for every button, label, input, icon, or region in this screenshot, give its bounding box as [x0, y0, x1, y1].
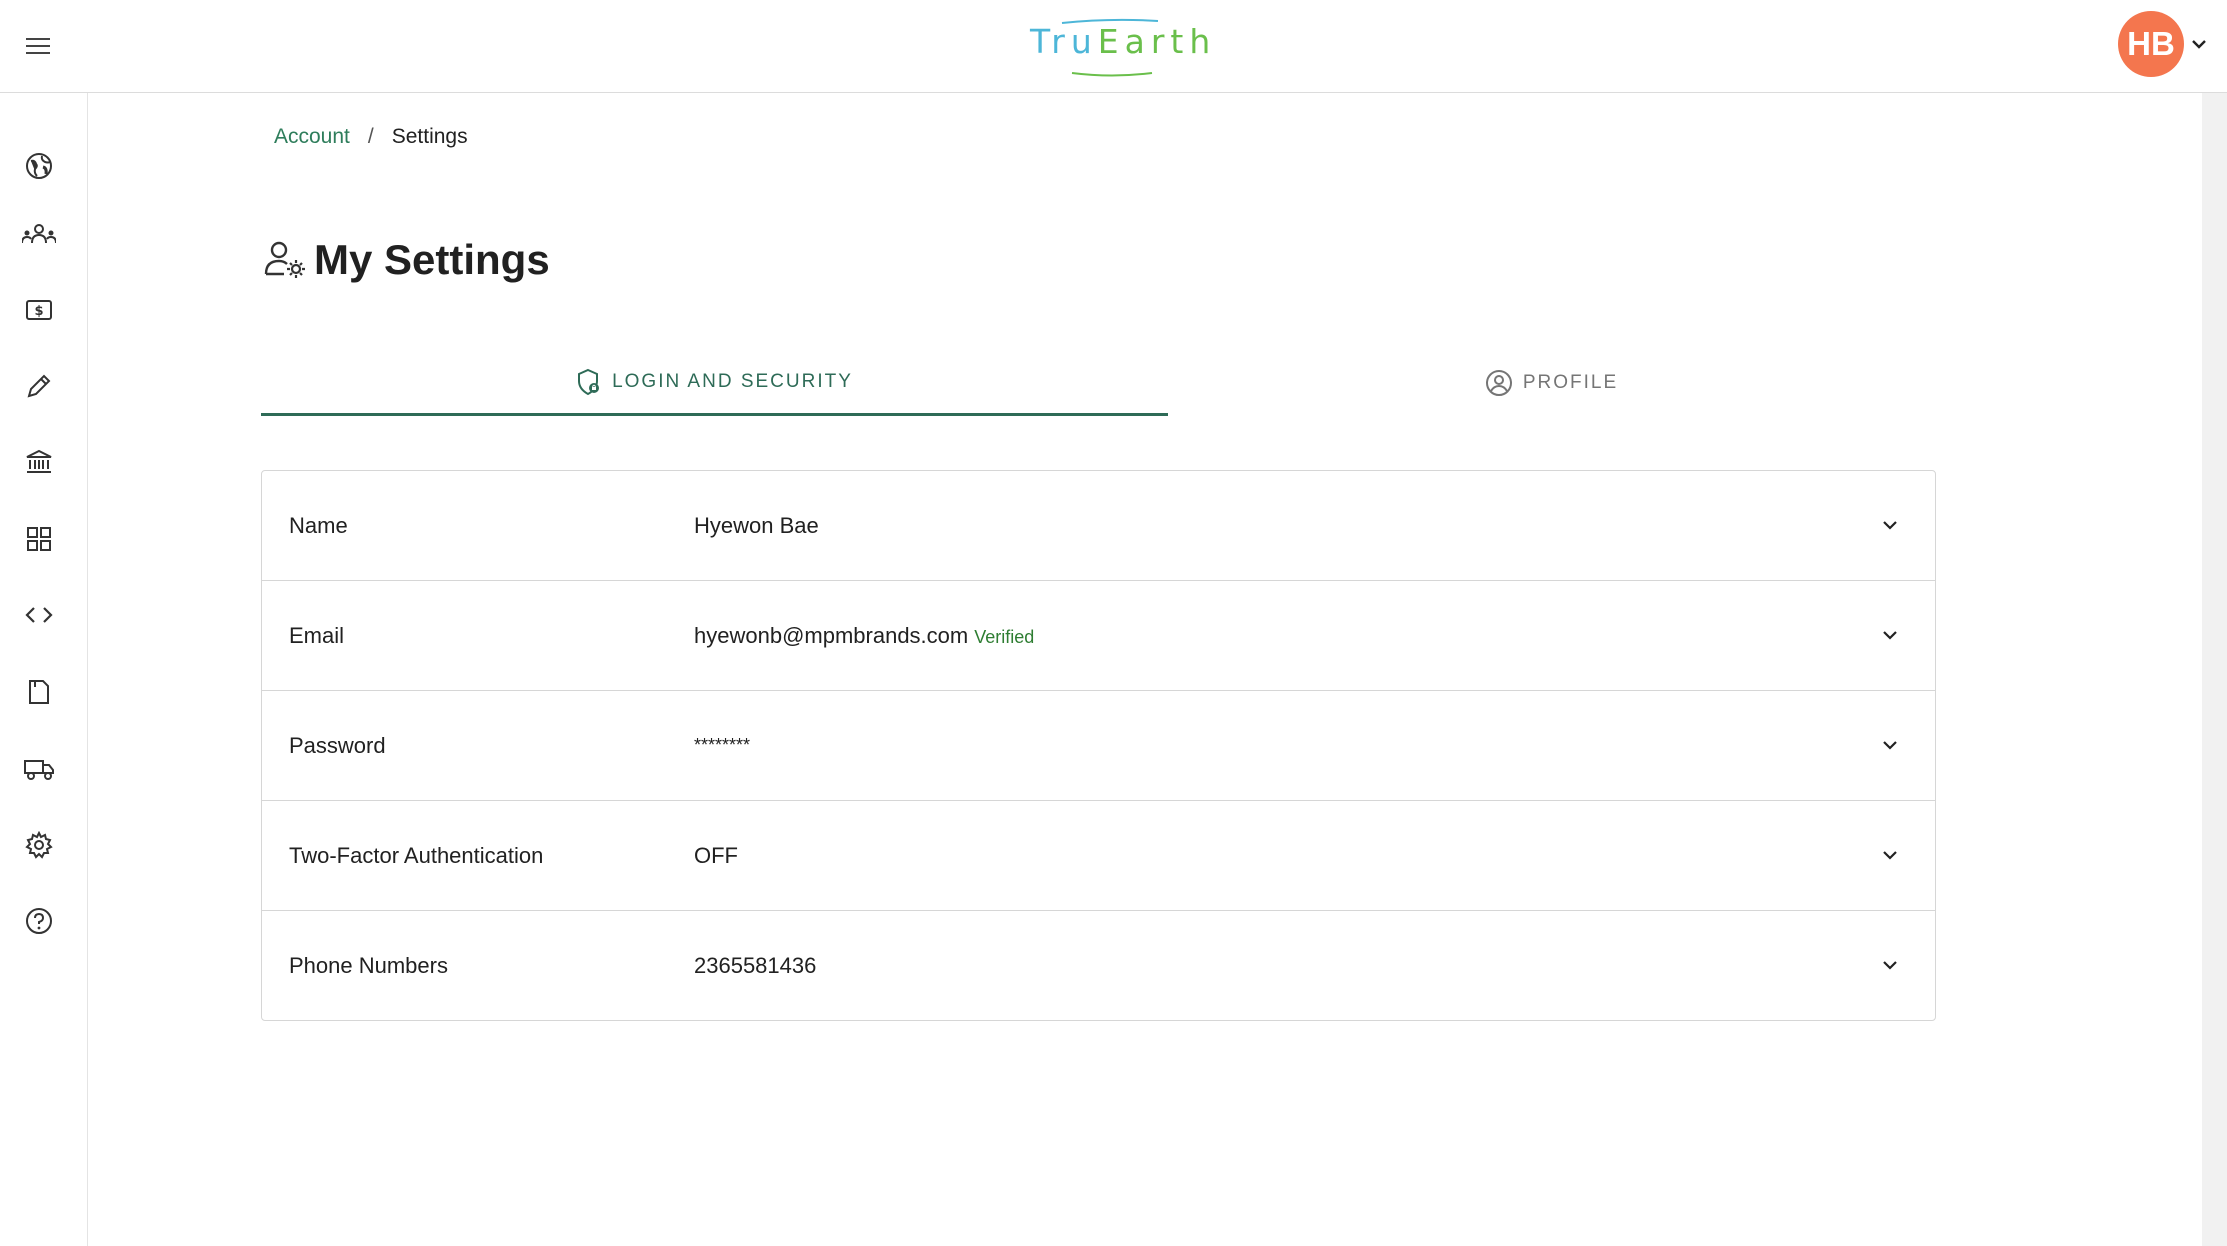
dashboard-icon[interactable] — [20, 520, 58, 558]
row-label: Phone Numbers — [289, 953, 448, 978]
settings-row-two-factor[interactable]: Two-Factor Authentication OFF — [262, 801, 1935, 911]
truck-icon[interactable] — [20, 750, 58, 788]
row-value: ******** — [694, 735, 751, 755]
code-icon[interactable] — [20, 596, 58, 634]
settings-row-phone-numbers[interactable]: Phone Numbers 2365581436 — [262, 911, 1935, 1020]
tab-profile[interactable]: PROFILE — [1168, 350, 1935, 416]
settings-row-email[interactable]: Email hyewonb@mpmbrands.com Verified — [262, 581, 1935, 691]
document-icon[interactable] — [20, 673, 58, 711]
tab-login-and-security[interactable]: LOGIN AND SECURITY — [261, 350, 1168, 416]
verified-badge: Verified — [974, 627, 1035, 647]
row-label: Password — [289, 733, 386, 758]
settings-tabs: LOGIN AND SECURITY PROFILE — [261, 350, 1935, 416]
chevron-down-icon[interactable] — [1879, 844, 1901, 866]
settings-row-password[interactable]: Password ******** — [262, 691, 1935, 801]
email-value: hyewonb@mpmbrands.com — [694, 623, 969, 648]
globe-icon[interactable] — [20, 147, 58, 185]
shield-lock-icon — [576, 368, 612, 396]
help-icon[interactable] — [20, 902, 58, 940]
team-icon[interactable] — [20, 215, 58, 253]
user-avatar[interactable]: HB — [2118, 11, 2184, 77]
chevron-down-icon[interactable] — [2188, 33, 2210, 55]
bank-icon[interactable] — [20, 443, 58, 481]
chevron-down-icon[interactable] — [1879, 514, 1901, 536]
breadcrumb-separator: / — [367, 125, 374, 148]
svg-text:$: $ — [34, 304, 43, 319]
breadcrumb-current: Settings — [391, 125, 468, 148]
vertical-scrollbar[interactable] — [2202, 93, 2227, 1246]
billing-icon[interactable]: $ — [20, 291, 58, 329]
account-circle-icon — [1485, 369, 1523, 397]
chevron-down-icon[interactable] — [1879, 624, 1901, 646]
row-label: Two-Factor Authentication — [289, 843, 544, 868]
settings-row-name[interactable]: Name Hyewon Bae — [262, 471, 1935, 581]
row-value: 2365581436 — [694, 953, 817, 978]
breadcrumb-account-link[interactable]: Account — [274, 125, 350, 148]
tab-profile-label: PROFILE — [1522, 372, 1619, 393]
page-title: My Settings — [314, 236, 550, 283]
logo-swoosh-bottom-icon — [1071, 72, 1153, 77]
pencil-icon[interactable] — [20, 367, 58, 405]
sidebar: $ — [0, 93, 88, 1246]
row-value: hyewonb@mpmbrands.com Verified — [694, 581, 1034, 692]
logo-text: TruEarth — [1030, 22, 1210, 61]
user-settings-icon — [262, 237, 308, 283]
settings-list: Name Hyewon Bae Email hyewonb@mpmbrands.… — [261, 470, 1936, 1021]
row-label: Email — [289, 623, 345, 648]
row-label: Name — [289, 513, 348, 538]
hamburger-menu-icon[interactable] — [18, 26, 58, 66]
top-bar: TruEarth HB — [0, 0, 2227, 93]
logo-text-earth: Earth — [1097, 22, 1217, 61]
row-value: OFF — [694, 843, 738, 868]
gear-icon[interactable] — [20, 826, 58, 864]
page-header: My Settings — [262, 236, 550, 284]
chevron-down-icon[interactable] — [1879, 734, 1901, 756]
logo-text-tru: Tru — [1030, 22, 1098, 61]
row-value: Hyewon Bae — [694, 513, 819, 538]
breadcrumb: Account / Settings — [274, 125, 468, 149]
truearth-logo[interactable]: TruEarth — [1030, 10, 1210, 80]
chevron-down-icon[interactable] — [1879, 954, 1901, 976]
tab-login-label: LOGIN AND SECURITY — [612, 370, 853, 392]
